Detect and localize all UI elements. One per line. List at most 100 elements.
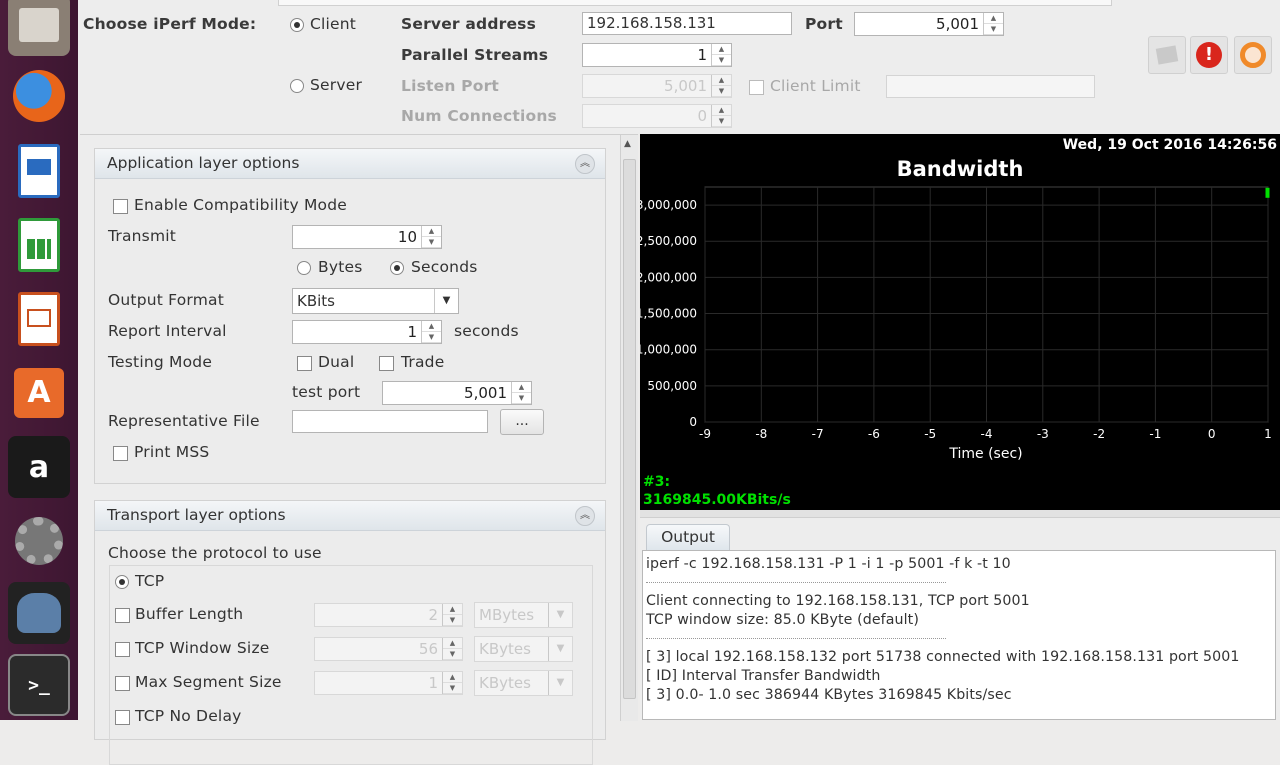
trade-checkbox[interactable] xyxy=(379,356,394,371)
spin-up-icon[interactable]: ▲ xyxy=(443,638,462,649)
chevron-down-icon[interactable]: ▼ xyxy=(548,637,572,661)
spin-down-icon[interactable]: ▼ xyxy=(712,55,731,66)
spin-down-icon[interactable]: ▼ xyxy=(512,393,531,404)
client-limit-input[interactable] xyxy=(886,75,1095,98)
spin-up-icon[interactable]: ▲ xyxy=(712,105,731,116)
output-format-value: KBits xyxy=(297,292,335,310)
port-spinner[interactable]: 5,001 ▲ ▼ xyxy=(854,12,1004,36)
output-format-select[interactable]: KBits ▼ xyxy=(292,288,459,314)
compatibility-checkbox[interactable] xyxy=(113,199,128,214)
server-address-input[interactable]: 192.168.158.131 xyxy=(582,12,792,35)
impress-icon[interactable] xyxy=(8,288,70,350)
max-segment-spinner[interactable]: 1 ▲ ▼ xyxy=(314,671,463,695)
transport-layer-header[interactable]: Transport layer options ︽ xyxy=(95,501,605,531)
dual-checkbox[interactable] xyxy=(297,356,312,371)
x-tick-label: -5 xyxy=(924,427,936,441)
parallel-streams-spinner[interactable]: 1 ▲ ▼ xyxy=(582,43,732,67)
settings-icon[interactable] xyxy=(8,510,70,572)
files-icon[interactable] xyxy=(8,0,70,56)
seconds-radio[interactable] xyxy=(390,261,404,275)
seconds-label: Seconds xyxy=(411,258,478,276)
x-tick-label: -1 xyxy=(1149,427,1161,441)
chevron-down-icon[interactable]: ▼ xyxy=(434,289,458,313)
output-console[interactable]: iperf -c 192.168.158.131 -P 1 -i 1 -p 50… xyxy=(642,550,1276,720)
launcher: A a >_ xyxy=(0,0,78,720)
chevron-down-icon[interactable]: ▼ xyxy=(548,603,572,627)
output-tab[interactable]: Output xyxy=(646,524,730,550)
java-icon[interactable] xyxy=(8,582,70,644)
collapse-icon[interactable]: ︽ xyxy=(575,506,595,526)
chart-title: Bandwidth xyxy=(897,157,1024,181)
calc-icon[interactable] xyxy=(8,214,70,276)
test-port-spinner[interactable]: 5,001 ▲ ▼ xyxy=(382,381,532,405)
tcp-window-checkbox[interactable] xyxy=(115,642,130,657)
tcp-label: TCP xyxy=(135,572,165,590)
buffer-unit-select[interactable]: MBytes ▼ xyxy=(474,602,573,628)
writer-icon[interactable] xyxy=(8,140,70,202)
separator xyxy=(646,638,946,639)
spin-up-icon[interactable]: ▲ xyxy=(443,604,462,615)
separator xyxy=(646,582,946,583)
legend-series-value: 3169845.00KBits/s xyxy=(643,492,791,508)
segment-unit-value: KBytes xyxy=(479,674,531,692)
scroll-up-icon[interactable]: ▲ xyxy=(624,139,631,149)
spin-down-icon[interactable]: ▼ xyxy=(712,86,731,97)
spin-up-icon[interactable]: ▲ xyxy=(984,13,1003,24)
amazon-icon[interactable]: a xyxy=(8,436,70,498)
application-layer-header[interactable]: Application layer options ︽ xyxy=(95,149,605,179)
collapse-icon[interactable]: ︽ xyxy=(575,154,595,174)
server-radio[interactable] xyxy=(290,79,304,93)
tcp-window-spinner[interactable]: 56 ▲ ▼ xyxy=(314,637,463,661)
representative-file-input[interactable] xyxy=(292,410,488,433)
report-interval-spinner[interactable]: 1 ▲ ▼ xyxy=(292,320,442,344)
bandwidth-chart-svg: Wed, 19 Oct 2016 14:26:56 Bandwidth -9 -8 -7… xyxy=(640,137,1277,508)
scrollbar-thumb[interactable] xyxy=(623,159,636,699)
software-center-icon[interactable]: A xyxy=(8,362,70,424)
num-connections-spinner[interactable]: 0 ▲ ▼ xyxy=(582,104,732,128)
browse-button[interactable]: ... xyxy=(500,409,544,435)
y-tick-label: 1,500,000 xyxy=(640,307,697,321)
spin-down-icon[interactable]: ▼ xyxy=(443,649,462,660)
buffer-length-spinner[interactable]: 2 ▲ ▼ xyxy=(314,603,463,627)
representative-file-label: Representative File xyxy=(108,412,260,430)
spin-up-icon[interactable]: ▲ xyxy=(512,382,531,393)
num-connections-value: 0 xyxy=(697,107,707,125)
buffer-unit-value: MBytes xyxy=(479,606,535,624)
spin-down-icon[interactable]: ▼ xyxy=(443,615,462,626)
spin-down-icon[interactable]: ▼ xyxy=(712,116,731,127)
spin-up-icon[interactable]: ▲ xyxy=(712,44,731,55)
spin-down-icon[interactable]: ▼ xyxy=(984,24,1003,35)
splitter[interactable] xyxy=(640,510,1280,518)
spin-up-icon[interactable]: ▲ xyxy=(443,672,462,683)
window-unit-value: KBytes xyxy=(479,640,531,658)
no-delay-checkbox[interactable] xyxy=(115,710,130,725)
spin-up-icon[interactable]: ▲ xyxy=(712,75,731,86)
client-radio[interactable] xyxy=(290,18,304,32)
buffer-length-checkbox[interactable] xyxy=(115,608,130,623)
segment-unit-select[interactable]: KBytes ▼ xyxy=(474,670,573,696)
chevron-down-icon[interactable]: ▼ xyxy=(548,671,572,695)
chart-snapshot-icon[interactable] xyxy=(1148,36,1186,74)
y-tick-label: 500,000 xyxy=(647,379,697,393)
client-limit-checkbox[interactable] xyxy=(749,80,764,95)
spin-down-icon[interactable]: ▼ xyxy=(422,237,441,248)
spin-down-icon[interactable]: ▼ xyxy=(422,332,441,343)
stop-icon[interactable]: ! xyxy=(1190,36,1228,74)
firefox-icon[interactable] xyxy=(8,65,70,127)
spin-up-icon[interactable]: ▲ xyxy=(422,321,441,332)
max-segment-checkbox[interactable] xyxy=(115,676,130,691)
spin-up-icon[interactable]: ▲ xyxy=(422,226,441,237)
refresh-icon[interactable] xyxy=(1234,36,1272,74)
options-scrollbar[interactable]: ▲ xyxy=(620,135,638,721)
y-tick-label: 1,000,000 xyxy=(640,343,697,357)
window-unit-select[interactable]: KBytes ▼ xyxy=(474,636,573,662)
print-mss-checkbox[interactable] xyxy=(113,446,128,461)
bytes-radio[interactable] xyxy=(297,261,311,275)
terminal-icon[interactable]: >_ xyxy=(8,654,70,716)
tcp-window-label: TCP Window Size xyxy=(135,639,270,657)
spin-down-icon[interactable]: ▼ xyxy=(443,683,462,694)
tcp-radio[interactable] xyxy=(115,575,129,589)
transmit-spinner[interactable]: 10 ▲ ▼ xyxy=(292,225,442,249)
output-format-label: Output Format xyxy=(108,291,224,309)
listen-port-spinner[interactable]: 5,001 ▲ ▼ xyxy=(582,74,732,98)
